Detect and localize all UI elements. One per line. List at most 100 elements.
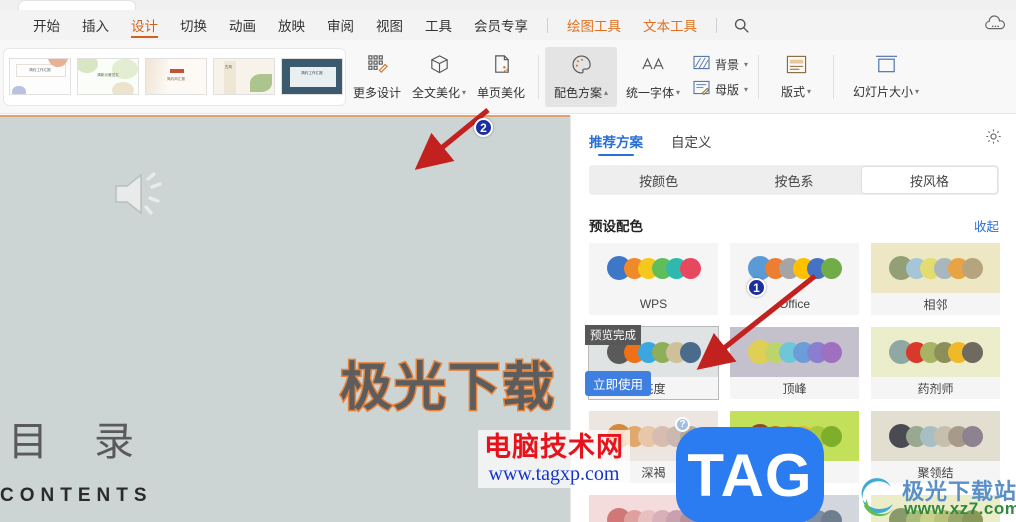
background-icon [693,55,710,73]
layout-label: 版式 [781,84,806,99]
design-template-gallery[interactable]: 简约工作汇报 清新淡雅范文 简约风汇报 古风 简约工作汇报 [3,47,346,106]
design-thumbnail[interactable]: 简约工作汇报 [281,58,343,95]
scheme-color-dot [679,341,701,363]
scheme-color-dots [888,340,983,364]
scheme-color-dot [820,257,842,279]
scheme-label: 聚领结 [871,461,1000,483]
ribbon-toolbar: 简约工作汇报 清新淡雅范文 简约风汇报 古风 简约工作汇报 更多设计 全文美化 … [0,40,1016,114]
search-icon[interactable] [733,17,750,34]
scheme-card[interactable] [730,495,859,522]
scheme-card[interactable] [871,495,1000,522]
segment-by-colorsystem[interactable]: 按色系 [726,167,861,193]
menu-item-text-tools[interactable]: 文本工具 [632,10,708,40]
speaker-sound-icon[interactable] [110,165,174,228]
design-thumbnail[interactable]: 简约工作汇报 [9,58,71,95]
tab-recommended[interactable]: 推荐方案 [589,126,643,156]
annotation-badge-1: 1 [747,278,766,297]
chevron-down-icon[interactable]: ▾ [744,60,748,69]
slide-title[interactable]: 极光下载 [338,345,556,420]
color-scheme-icon [570,53,593,79]
scheme-label: WPS [589,293,718,315]
menu-bar: 开始 插入 设计 切换 动画 放映 审阅 视图 工具 会员专享 绘图工具 文本工… [0,10,1016,40]
more-design-button[interactable]: 更多设计 [346,47,408,107]
chevron-down-icon[interactable]: ▾ [915,87,919,96]
chevron-down-icon[interactable]: ▾ [676,88,680,97]
color-scheme-pane: 推荐方案 自定义 按颜色 按色系 按风格 预设配色 收起 WPS Office 相邻… [570,115,1016,522]
menu-item-member[interactable]: 会员专享 [463,10,539,40]
beautify-page-button[interactable]: 单页美化 [470,47,532,107]
document-tab[interactable] [18,0,136,10]
slide-section-subtitle[interactable]: CONTENTS [0,485,153,507]
menu-item-transition[interactable]: 切换 [169,10,218,40]
menu-item-design[interactable]: 设计 [120,10,169,40]
cloud-more-icon[interactable] [984,15,1006,35]
slide-size-button[interactable]: 幻灯片大小 ▾ [840,47,932,107]
beautify-all-label: 全文美化 [411,85,460,100]
design-thumbnail[interactable]: 古风 [213,58,275,95]
scheme-label: 深褐 [589,461,718,483]
collapse-link[interactable]: 收起 [974,216,999,235]
chevron-down-icon[interactable]: ▾ [744,85,748,94]
scheme-card[interactable]: 奥斯汀 [730,411,859,483]
menu-item-review[interactable]: 审阅 [316,10,365,40]
scheme-card[interactable] [589,495,718,522]
unify-font-label: 统一字体 [625,85,674,100]
background-button[interactable]: 背景 ▾ [693,55,748,73]
gear-icon[interactable] [985,128,1002,150]
menu-item-animation[interactable]: 动画 [218,10,267,40]
scheme-color-dots [747,256,842,280]
menu-item-view[interactable]: 视图 [365,10,414,40]
scheme-swatch-preview [730,411,859,461]
slide-size-label: 幻灯片大小 [853,85,914,99]
design-thumbnail[interactable]: 简约风汇报 [145,58,207,95]
menu-divider-2 [716,17,717,33]
scheme-card[interactable]: Office [730,243,859,315]
scheme-card[interactable]: 聚领结 [871,411,1000,483]
design-thumbnail[interactable]: 清新淡雅范文 [77,58,139,95]
menu-item-start[interactable]: 开始 [22,10,71,40]
beautify-all-button[interactable]: 全文美化 ▾ [408,47,470,107]
preset-section-title: 预设配色 [589,219,643,234]
master-slide-button[interactable]: 母版 ▾ [693,80,748,98]
scheme-card[interactable]: 药剂师 [871,327,1000,399]
segment-by-color[interactable]: 按颜色 [591,167,726,193]
scheme-card[interactable]: WPS [589,243,718,315]
annotation-badge-2: 2 [474,118,493,137]
scheme-color-dots [888,256,983,280]
scheme-card[interactable]: 顶峰 [730,327,859,399]
scheme-card[interactable]: 深褐 [589,411,718,483]
help-icon[interactable]: ? [675,417,690,432]
unify-font-button[interactable]: 统一字体 ▾ [617,47,689,107]
scheme-color-dot [679,257,701,279]
scheme-label: 顶峰 [730,377,859,399]
scheme-swatch-preview [871,243,1000,293]
scheme-card[interactable]: 亮度 预览完成 立即使用 [585,325,719,400]
menu-item-slideshow[interactable]: 放映 [267,10,316,40]
chevron-up-icon[interactable]: ▴ [604,88,608,97]
ribbon-divider [538,54,539,99]
layout-button[interactable]: 版式 ▾ [765,47,827,107]
scheme-color-dots [888,508,983,522]
segment-by-style[interactable]: 按风格 [861,167,997,193]
menu-item-drawing-tools[interactable]: 绘图工具 [556,10,632,40]
color-scheme-button[interactable]: 配色方案 ▴ [545,46,617,107]
chevron-down-icon[interactable]: ▾ [462,88,466,97]
menu-item-insert[interactable]: 插入 [71,10,120,40]
scheme-card[interactable]: 相邻 [871,243,1000,315]
beautify-page-icon [490,53,513,79]
scheme-swatch-preview [730,495,859,522]
scheme-swatch-preview [871,411,1000,461]
ribbon-design-group: 更多设计 全文美化 ▾ 单页美化 [346,40,532,113]
scheme-swatch-preview [871,495,1000,522]
title-bar [0,0,1016,10]
tab-custom[interactable]: 自定义 [671,126,712,156]
use-now-button[interactable]: 立即使用 [585,371,652,396]
slide-canvas[interactable]: 极光下载 目 录 CONTENTS [ 01 ] 单击此处添加文本，文字是 您思… [0,115,570,522]
master-slide-icon [693,80,710,98]
scheme-color-dots [606,508,701,522]
menu-item-tools[interactable]: 工具 [414,10,463,40]
slide-section-title[interactable]: 目 录 [8,409,152,467]
slide-surface[interactable]: 极光下载 目 录 CONTENTS [ 01 ] 单击此处添加文本，文字是 您思… [0,117,570,522]
pane-tabs: 推荐方案 自定义 [571,123,1016,159]
chevron-down-icon[interactable]: ▾ [807,87,811,96]
